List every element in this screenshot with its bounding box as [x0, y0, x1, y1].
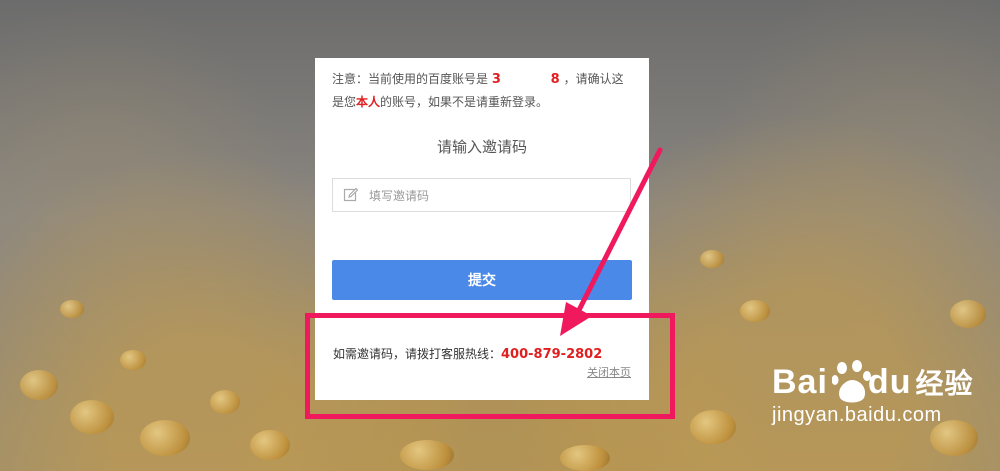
baidu-paw-icon: [832, 360, 871, 403]
baidu-logo: Bai du 经验: [772, 362, 973, 402]
baidu-jingyan-watermark: Bai du 经验 jingyan.baidu.com: [772, 362, 973, 427]
logo-cn: 经验: [915, 368, 974, 399]
watermark-url: jingyan.baidu.com: [772, 404, 942, 426]
logo-text2: du: [867, 363, 912, 401]
logo-text: Bai: [772, 363, 828, 401]
